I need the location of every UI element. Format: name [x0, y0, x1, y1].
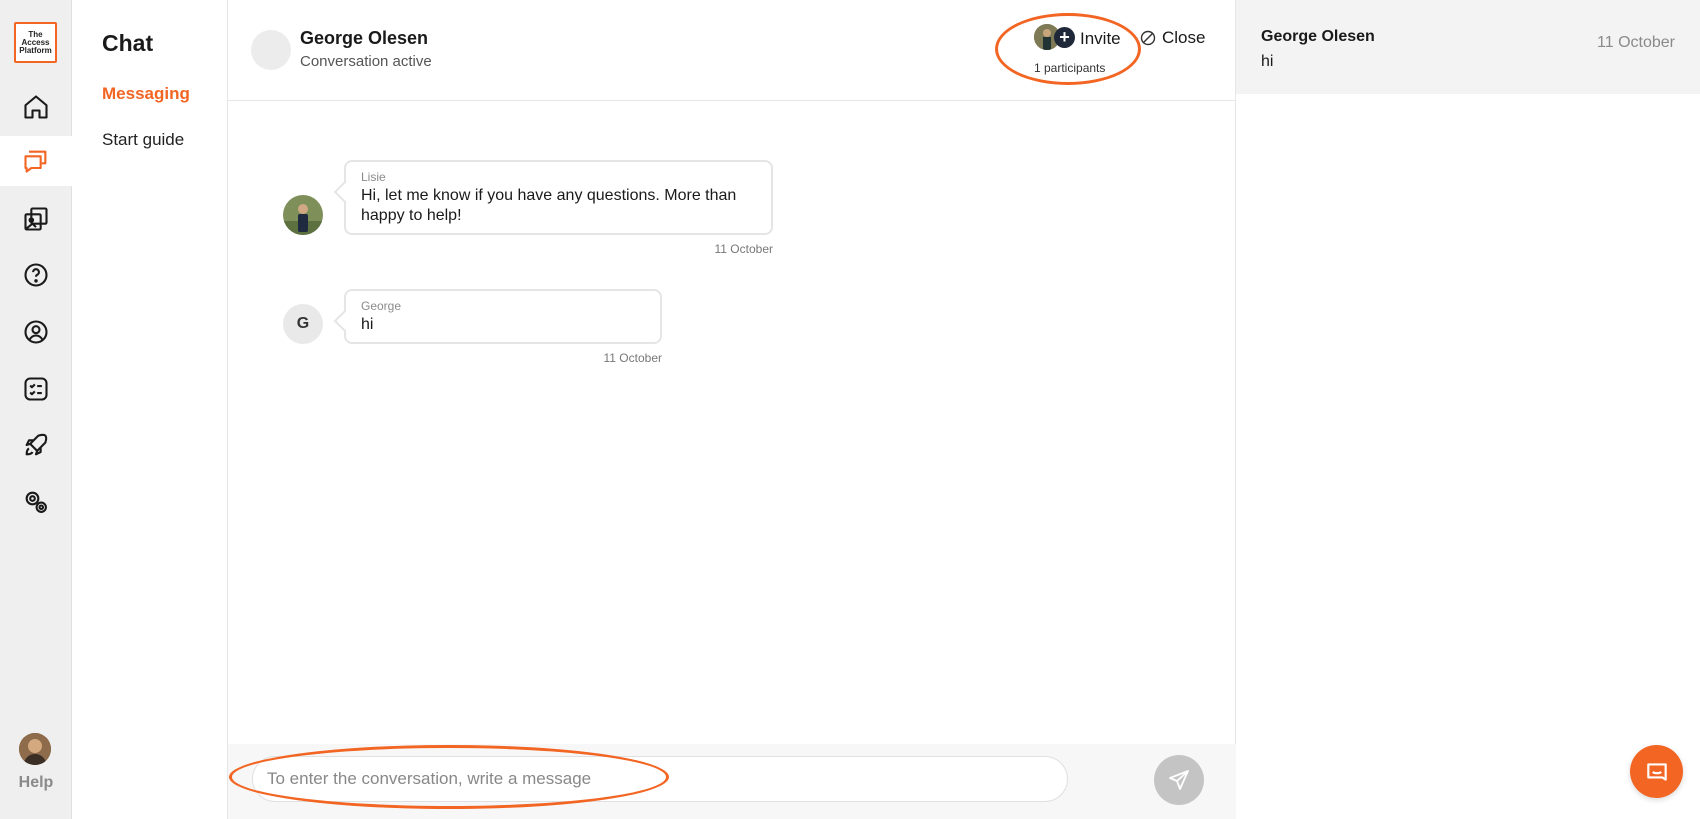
conversation-list: George Olesen 11 October hi: [1236, 0, 1700, 819]
rail-item-tasks[interactable]: [0, 364, 72, 414]
settings-icon: [25, 491, 47, 513]
app-window: The Access Platform Help Chat Messaging …: [0, 0, 1700, 819]
rail-item-profile[interactable]: [0, 307, 72, 357]
message-text: hi: [361, 316, 374, 333]
conversation-header: George Olesen Conversation active + Invi…: [228, 0, 1236, 101]
icon-rail: The Access Platform Help: [0, 0, 72, 819]
rail-item-gallery[interactable]: [0, 194, 72, 244]
conversation-list-date: 11 October: [1597, 34, 1675, 51]
nav-item-start-guide[interactable]: Start guide: [102, 130, 184, 150]
close-label: Close: [1162, 28, 1206, 47]
message-sender: Lisie: [361, 170, 386, 184]
conversation-panel: George Olesen Conversation active + Invi…: [228, 0, 1236, 819]
contact-avatar: [251, 30, 291, 70]
brand-logo[interactable]: The Access Platform: [14, 22, 57, 63]
user-circle-icon: [24, 320, 48, 344]
checklist-icon: [24, 377, 48, 401]
brand-logo-text: The Access Platform: [19, 29, 52, 55]
conversation-list-item[interactable]: George Olesen 11 October hi: [1236, 0, 1700, 94]
chat-icon: [24, 150, 47, 173]
sender-avatar: [283, 195, 323, 235]
chat-subnav: Chat Messaging Start guide: [72, 0, 228, 819]
gallery-icon: [24, 207, 48, 231]
rail-item-launch[interactable]: [0, 420, 72, 470]
block-icon: [1140, 30, 1156, 46]
message-bubble: Lisie Hi, let me know if you have any qu…: [344, 160, 773, 235]
conversation-list-preview: hi: [1261, 53, 1274, 70]
help-link[interactable]: Help: [0, 774, 72, 792]
nav-item-messaging[interactable]: Messaging: [102, 84, 190, 104]
message-text: Hi, let me know if you have any question…: [361, 187, 737, 224]
close-conversation-button[interactable]: Close: [1140, 28, 1205, 48]
conversation-list-name: George Olesen: [1261, 28, 1375, 45]
message-input[interactable]: [252, 756, 1068, 802]
current-user-avatar[interactable]: [19, 733, 51, 765]
rail-item-home[interactable]: [0, 82, 72, 132]
message-bubble: George hi: [344, 289, 662, 344]
rail-item-chat[interactable]: [0, 136, 72, 186]
help-circle-icon: [24, 263, 48, 287]
rail-item-settings[interactable]: [0, 477, 72, 527]
chat-bubble-icon: [1646, 762, 1667, 781]
conversation-status: Conversation active: [300, 53, 432, 70]
rail-item-help[interactable]: [0, 250, 72, 300]
message-composer: [228, 744, 1236, 819]
plus-icon: +: [1054, 27, 1075, 48]
rocket-icon: [25, 433, 48, 456]
participants-count: 1 participants: [1034, 61, 1106, 75]
message-date: 11 October: [603, 351, 662, 365]
send-icon: [1169, 770, 1189, 790]
send-button[interactable]: [1154, 755, 1204, 805]
message-date: 11 October: [714, 242, 773, 256]
invite-button[interactable]: Invite: [1080, 29, 1121, 49]
sender-avatar: G: [283, 304, 323, 344]
message-sender: George: [361, 299, 402, 313]
contact-name: George Olesen: [300, 28, 429, 48]
support-chat-launcher[interactable]: [1630, 745, 1683, 798]
invite-group[interactable]: + Invite 1 participants: [1034, 24, 1144, 75]
home-icon: [24, 95, 48, 119]
section-title: Chat: [102, 30, 154, 56]
